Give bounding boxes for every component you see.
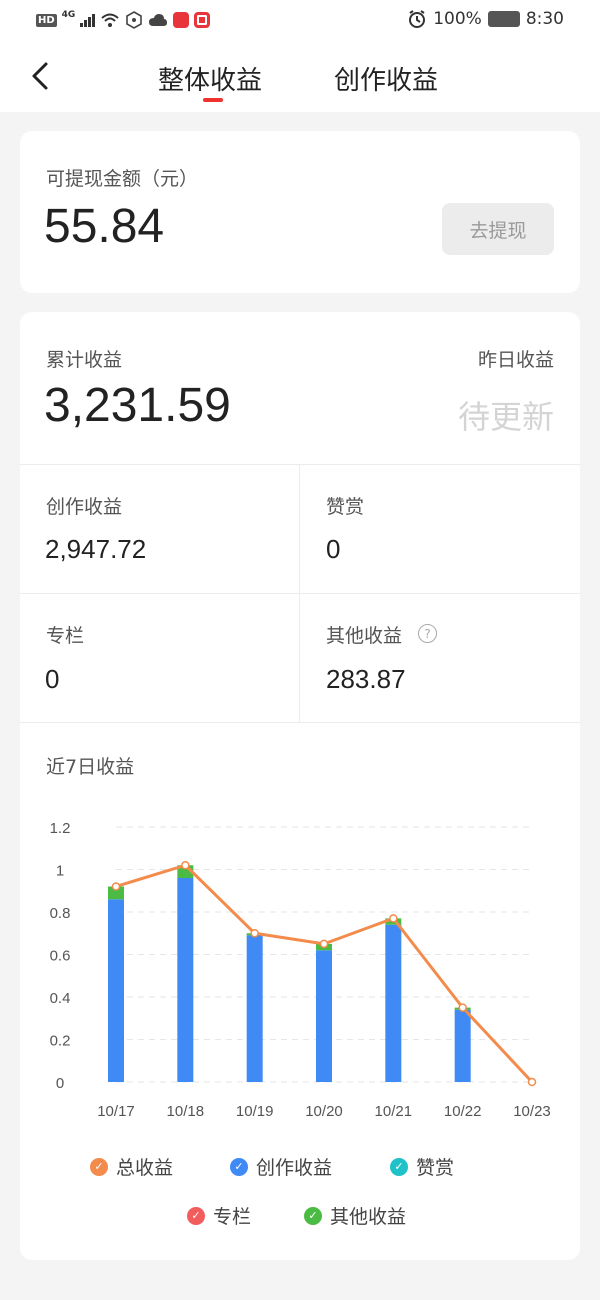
wifi-icon bbox=[101, 13, 119, 27]
y-tick-label: 1.2 bbox=[50, 820, 71, 837]
y-tick-label: 1 bbox=[56, 863, 64, 880]
active-tab-indicator bbox=[203, 98, 223, 102]
divider bbox=[20, 593, 580, 594]
bar-创作收益 bbox=[454, 1009, 471, 1082]
total-income-point bbox=[527, 1077, 537, 1087]
hexagon-app-icon bbox=[126, 11, 143, 29]
legend-total-income[interactable]: ✓ 总收益 bbox=[90, 1153, 173, 1180]
yesterday-income-label: 昨日收益 bbox=[477, 349, 554, 371]
bar-创作收益 bbox=[108, 899, 124, 1082]
footer-note-peek bbox=[20, 1288, 580, 1300]
x-tick-label: 10/22 bbox=[444, 1103, 482, 1120]
legend-label: 创作收益 bbox=[256, 1157, 333, 1179]
total-income-value: 3,231.59 bbox=[44, 379, 231, 432]
x-tick-label: 10/19 bbox=[236, 1103, 274, 1120]
hd-icon: HD bbox=[36, 13, 57, 27]
status-bar: HD 4G 100% 8:30 bbox=[0, 0, 600, 42]
chart-title: 近7日收益 bbox=[46, 756, 135, 778]
chevron-left-icon bbox=[32, 62, 48, 90]
legend-label: 总收益 bbox=[116, 1157, 174, 1179]
other-income-label: 其他收益 bbox=[326, 625, 403, 647]
withdrawable-amount: 55.84 bbox=[44, 200, 165, 253]
bar-创作收益 bbox=[385, 924, 402, 1082]
legend-creation-income[interactable]: ✓ 创作收益 bbox=[230, 1153, 332, 1180]
bar-创作收益 bbox=[316, 950, 332, 1082]
income-stats-card: 累计收益 3,231.59 昨日收益 待更新 创作收益 2,947.72 赞赏 … bbox=[20, 312, 580, 1260]
total-income-point bbox=[389, 914, 398, 923]
column-income-label: 专栏 bbox=[46, 625, 85, 647]
network-type-icon: 4G bbox=[61, 10, 76, 20]
total-income-point bbox=[250, 929, 259, 938]
column-income-value: 0 bbox=[45, 664, 60, 694]
total-income-point bbox=[458, 1003, 467, 1012]
tips-label: 赞赏 bbox=[326, 496, 365, 518]
legend-tips[interactable]: ✓ 赞赏 bbox=[390, 1153, 454, 1180]
tab-creation-income[interactable]: 创作收益 bbox=[334, 60, 438, 97]
check-icon: ✓ bbox=[90, 1157, 108, 1176]
shopping-app-icon bbox=[173, 12, 190, 28]
cloud-icon bbox=[149, 14, 168, 26]
clock: 8:30 bbox=[525, 9, 564, 29]
x-tick-label: 10/20 bbox=[305, 1103, 343, 1120]
legend-label: 赞赏 bbox=[416, 1157, 455, 1179]
creation-income-value: 2,947.72 bbox=[45, 534, 147, 564]
alarm-icon bbox=[409, 10, 426, 28]
total-income-label: 累计收益 bbox=[46, 349, 123, 371]
bar-创作收益 bbox=[177, 878, 194, 1082]
book-app-icon bbox=[194, 12, 211, 28]
y-tick-label: 0.6 bbox=[50, 948, 71, 965]
status-icons-right: 100% 8:30 bbox=[407, 9, 564, 29]
x-tick-label: 10/21 bbox=[375, 1103, 413, 1120]
status-icons-left: HD 4G bbox=[36, 10, 211, 29]
back-button[interactable] bbox=[22, 58, 58, 94]
divider bbox=[20, 722, 580, 723]
y-tick-label: 0.4 bbox=[50, 990, 71, 1007]
x-tick-label: 10/23 bbox=[513, 1103, 551, 1120]
bar-创作收益 bbox=[246, 935, 263, 1082]
x-tick-label: 10/18 bbox=[167, 1103, 205, 1120]
withdraw-button[interactable]: 去提现 bbox=[442, 203, 554, 255]
withdrawable-label: 可提现金额（元） bbox=[46, 168, 199, 190]
tips-value: 0 bbox=[326, 534, 341, 564]
tab-overall-income[interactable]: 整体收益 bbox=[158, 60, 262, 97]
yesterday-income-value: 待更新 bbox=[457, 398, 554, 436]
check-icon: ✓ bbox=[390, 1157, 408, 1176]
withdraw-card: 可提现金额（元） 55.84 去提现 bbox=[20, 131, 580, 293]
legend-other-income[interactable]: ✓ 其他收益 bbox=[304, 1202, 406, 1229]
creation-income-label: 创作收益 bbox=[46, 496, 123, 518]
help-icon[interactable]: ? bbox=[418, 624, 437, 643]
total-income-point bbox=[111, 882, 121, 891]
y-tick-label: 0.2 bbox=[50, 1033, 71, 1050]
top-nav: 整体收益 创作收益 bbox=[0, 42, 600, 112]
y-tick-label: 0 bbox=[56, 1075, 64, 1092]
legend-label: 专栏 bbox=[213, 1206, 252, 1228]
battery-percent: 100% bbox=[433, 9, 482, 29]
divider bbox=[20, 464, 580, 465]
other-income-value: 283.87 bbox=[326, 664, 406, 694]
signal-icon bbox=[80, 13, 96, 27]
check-icon: ✓ bbox=[187, 1206, 205, 1225]
y-tick-label: 0.8 bbox=[50, 905, 71, 922]
check-icon: ✓ bbox=[304, 1206, 322, 1225]
x-tick-label: 10/17 bbox=[97, 1103, 135, 1120]
legend-column[interactable]: ✓ 专栏 bbox=[187, 1202, 251, 1229]
total-income-point bbox=[181, 861, 190, 870]
total-income-point bbox=[319, 939, 329, 949]
check-icon: ✓ bbox=[230, 1157, 248, 1176]
legend-label: 其他收益 bbox=[330, 1206, 407, 1228]
income-chart: 1.2 1 0.8 0.6 0.4 0.2 0 10/17 10/18 10/19 10/20 10/… bbox=[50, 820, 551, 1120]
battery-icon bbox=[487, 11, 520, 27]
